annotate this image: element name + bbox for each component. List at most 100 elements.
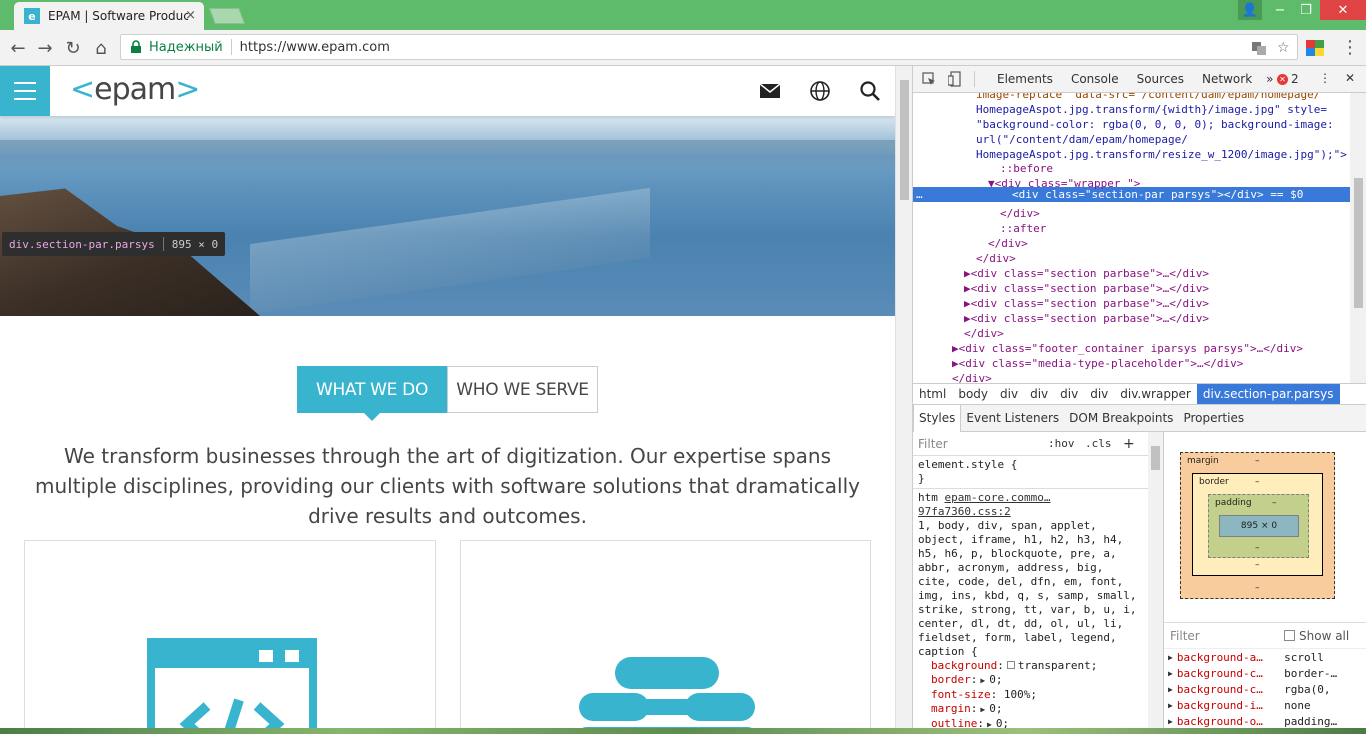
bookmark-star-icon[interactable]: ☆ — [1277, 40, 1290, 56]
translate-icon[interactable] — [1251, 40, 1267, 56]
url-text[interactable]: https://www.epam.com — [240, 40, 390, 55]
border-top-value[interactable]: – — [1255, 477, 1260, 487]
box-model-border[interactable]: border – – padding – – 895 × 0 — [1192, 473, 1323, 576]
css-prop-value[interactable]: 0; — [989, 673, 1002, 686]
dom-line[interactable]: "background-color: rgba(0, 0, 0, 0); bac… — [976, 117, 1334, 132]
add-rule-button[interactable]: + — [1123, 436, 1135, 452]
show-all-checkbox[interactable] — [1284, 630, 1295, 641]
hov-toggle[interactable]: :hov — [1048, 437, 1075, 450]
inspect-element-icon[interactable] — [922, 72, 936, 86]
tab-network[interactable]: Network — [1202, 72, 1252, 86]
border-bottom-value[interactable]: – — [1255, 560, 1260, 570]
dom-line[interactable]: image-replace" data-src="/content/dam/ep… — [976, 93, 1320, 102]
hamburger-menu-icon[interactable] — [0, 66, 50, 116]
elements-scrollbar[interactable] — [1350, 93, 1366, 383]
dom-line-selected[interactable]: <div class="section-par parsys"></div> =… — [1012, 187, 1303, 202]
extension-icon[interactable] — [1306, 40, 1324, 56]
dom-line[interactable]: </div> — [952, 371, 992, 383]
crumb-wrapper[interactable]: div.wrapper — [1114, 387, 1197, 401]
dom-line[interactable]: ▶<div class="section parbase">…</div> — [964, 266, 1209, 281]
margin-bottom-value[interactable]: – — [1255, 583, 1260, 593]
minimize-button[interactable]: − — [1268, 0, 1292, 20]
box-model-content[interactable]: 895 × 0 — [1219, 515, 1299, 537]
tab-styles[interactable]: Styles — [913, 404, 962, 432]
css-prop-name[interactable]: outline — [931, 717, 977, 728]
css-prop-value[interactable]: 0; — [996, 717, 1009, 728]
globe-icon[interactable] — [809, 80, 831, 102]
crumb-html[interactable]: html — [913, 387, 952, 401]
computed-row[interactable]: ▶ background-c… border-… — [1164, 665, 1366, 681]
more-tabs-button[interactable]: » — [1266, 72, 1273, 86]
styles-filter[interactable]: Filter :hov .cls + — [913, 432, 1163, 456]
css-prop-name[interactable]: margin — [931, 702, 971, 715]
margin-top-value[interactable]: – — [1255, 456, 1260, 466]
new-tab-button[interactable] — [209, 8, 245, 24]
crumb-body[interactable]: body — [952, 387, 994, 401]
tab-who-we-serve[interactable]: WHO WE SERVE — [447, 366, 598, 413]
browser-menu-icon[interactable]: ⋮ — [1340, 37, 1360, 58]
devtools-close-icon[interactable]: ✕ — [1345, 71, 1355, 85]
dom-line[interactable]: HomepageAspot.jpg.transform/resize_w_120… — [976, 147, 1347, 162]
dom-line[interactable]: ▶<div class="section parbase">…</div> — [964, 296, 1209, 311]
tab-what-we-do[interactable]: WHAT WE DO — [297, 366, 447, 421]
address-bar[interactable]: Надежный https://www.epam.com ☆ — [120, 34, 1298, 60]
tab-sources[interactable]: Sources — [1137, 72, 1184, 86]
element-style-rule[interactable]: element.style { } — [913, 456, 1148, 489]
mail-icon[interactable] — [759, 80, 781, 102]
padding-top-value[interactable]: – — [1272, 498, 1277, 508]
computed-row[interactable]: ▶ background-a… scroll — [1164, 649, 1366, 665]
home-button[interactable]: ⌂ — [91, 38, 111, 59]
tab-elements[interactable]: Elements — [997, 72, 1053, 86]
epam-logo[interactable]: <epam> — [70, 72, 200, 107]
box-model-padding[interactable]: padding – – 895 × 0 — [1208, 494, 1309, 558]
tab-event-listeners[interactable]: Event Listeners — [961, 405, 1064, 432]
computed-row[interactable]: ▶ background-c… rgba(0, — [1164, 681, 1366, 697]
css-source-link[interactable]: epam-core.commo…97fa7360.css:2 — [918, 491, 1050, 518]
page-scrollbar[interactable] — [895, 66, 912, 728]
dom-line[interactable]: ▶<div class="section parbase">…</div> — [964, 311, 1209, 326]
search-icon[interactable] — [859, 80, 881, 102]
maximize-button[interactable]: ❐ — [1294, 0, 1318, 20]
tab-close-icon[interactable]: × — [185, 8, 196, 23]
crumb-div[interactable]: div — [1084, 387, 1114, 401]
devtools-menu-icon[interactable]: ⋮ — [1319, 71, 1331, 85]
crumb-section-par[interactable]: div.section-par.parsys — [1196, 384, 1340, 404]
css-prop-value[interactable]: 0; — [989, 702, 1002, 715]
dom-line[interactable]: url("/content/dam/epam/homepage/ — [976, 132, 1188, 147]
computed-row[interactable]: ▶ background-o… padding… — [1164, 713, 1366, 728]
crumb-div[interactable]: div — [994, 387, 1024, 401]
cls-toggle[interactable]: .cls — [1085, 437, 1112, 450]
css-prop-value[interactable]: 100%; — [1004, 688, 1037, 701]
dom-line[interactable]: HomepageAspot.jpg.transform/{width}/imag… — [976, 102, 1327, 117]
user-profile-icon[interactable]: 👤 — [1238, 0, 1262, 20]
css-prop-name[interactable]: border — [931, 673, 971, 686]
tab-dom-breakpoints[interactable]: DOM Breakpoints — [1064, 405, 1178, 432]
computed-row[interactable]: ▶ background-i… none — [1164, 697, 1366, 713]
tab-console[interactable]: Console — [1071, 72, 1119, 86]
dom-line[interactable]: </div> — [988, 236, 1028, 251]
tab-properties[interactable]: Properties — [1178, 405, 1249, 432]
css-prop-name[interactable]: font-size — [931, 688, 991, 701]
css-rule[interactable]: htm epam-core.commo…97fa7360.css:2 1, bo… — [913, 489, 1148, 728]
dom-line[interactable]: </div> — [964, 326, 1004, 341]
crumb-div[interactable]: div — [1054, 387, 1084, 401]
back-button[interactable]: ← — [8, 38, 28, 59]
computed-filter[interactable]: Filter Show all — [1164, 623, 1366, 649]
show-all-toggle[interactable]: Show all — [1284, 629, 1349, 643]
reload-button[interactable]: ↻ — [63, 38, 83, 59]
crumb-div[interactable]: div — [1024, 387, 1054, 401]
css-prop-value[interactable]: transparent; — [1018, 659, 1097, 672]
dom-line[interactable]: ::after — [1000, 221, 1046, 236]
dom-line[interactable]: </div> — [1000, 206, 1040, 221]
service-card[interactable] — [24, 540, 436, 728]
error-counter[interactable]: ✕ 2 — [1277, 72, 1299, 86]
dom-line[interactable]: ▶<div class="footer_container iparsys pa… — [952, 341, 1303, 356]
service-card[interactable] — [460, 540, 871, 728]
color-swatch[interactable] — [1006, 661, 1015, 669]
padding-bottom-value[interactable]: – — [1255, 543, 1260, 553]
dom-line[interactable]: ▶<div class="media-type-placeholder">…</… — [952, 356, 1243, 371]
forward-button[interactable]: → — [35, 38, 55, 59]
css-prop-name[interactable]: background — [931, 659, 997, 672]
dom-line[interactable]: </div> — [976, 251, 1016, 266]
close-window-button[interactable]: ✕ — [1320, 0, 1366, 20]
